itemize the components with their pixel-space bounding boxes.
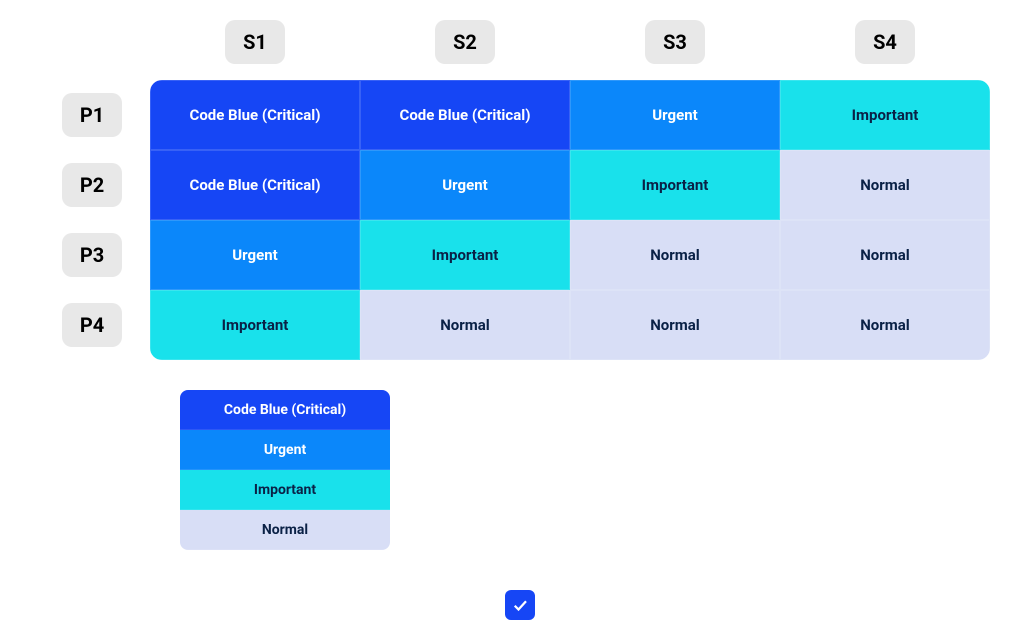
matrix-cell: Important [570, 150, 780, 220]
priority-matrix: S1 S2 S3 S4 P1 Code Blue (Critical)Code … [40, 20, 1000, 620]
matrix-cell: Urgent [360, 150, 570, 220]
row-header-p1: P1 [50, 80, 150, 150]
col-header-s3: S3 [570, 20, 780, 64]
matrix-cell: Important [780, 80, 990, 150]
matrix-cell: Normal [570, 220, 780, 290]
col-label: S1 [225, 20, 285, 64]
col-header-s4: S4 [780, 20, 990, 64]
row-label: P4 [62, 303, 122, 347]
row-header-p4: P4 [50, 290, 150, 360]
legend-item: Urgent [180, 430, 390, 470]
matrix-body: Code Blue (Critical)Code Blue (Critical)… [150, 80, 990, 360]
col-header-s1: S1 [150, 20, 360, 64]
legend: Code Blue (Critical)UrgentImportantNorma… [180, 390, 390, 550]
matrix-cell: Normal [360, 290, 570, 360]
legend-item: Normal [180, 510, 390, 550]
row-header-p2: P2 [50, 150, 150, 220]
matrix-cell: Code Blue (Critical) [150, 80, 360, 150]
row-label: P3 [62, 233, 122, 277]
matrix-grid: S1 S2 S3 S4 P1 Code Blue (Critical)Code … [50, 20, 990, 360]
col-label: S3 [645, 20, 705, 64]
matrix-cell: Important [360, 220, 570, 290]
matrix-cell: Normal [780, 220, 990, 290]
matrix-cell: Important [150, 290, 360, 360]
matrix-cell: Normal [780, 290, 990, 360]
matrix-cell: Code Blue (Critical) [360, 80, 570, 150]
matrix-cell: Urgent [150, 220, 360, 290]
col-header-s2: S2 [360, 20, 570, 64]
col-label: S2 [435, 20, 495, 64]
legend-item: Code Blue (Critical) [180, 390, 390, 430]
matrix-cell: Normal [780, 150, 990, 220]
check-icon [505, 590, 535, 620]
row-header-p3: P3 [50, 220, 150, 290]
matrix-cell: Code Blue (Critical) [150, 150, 360, 220]
row-label: P2 [62, 163, 122, 207]
row-label: P1 [62, 93, 122, 137]
col-label: S4 [855, 20, 915, 64]
matrix-cell: Urgent [570, 80, 780, 150]
legend-item: Important [180, 470, 390, 510]
matrix-cell: Normal [570, 290, 780, 360]
